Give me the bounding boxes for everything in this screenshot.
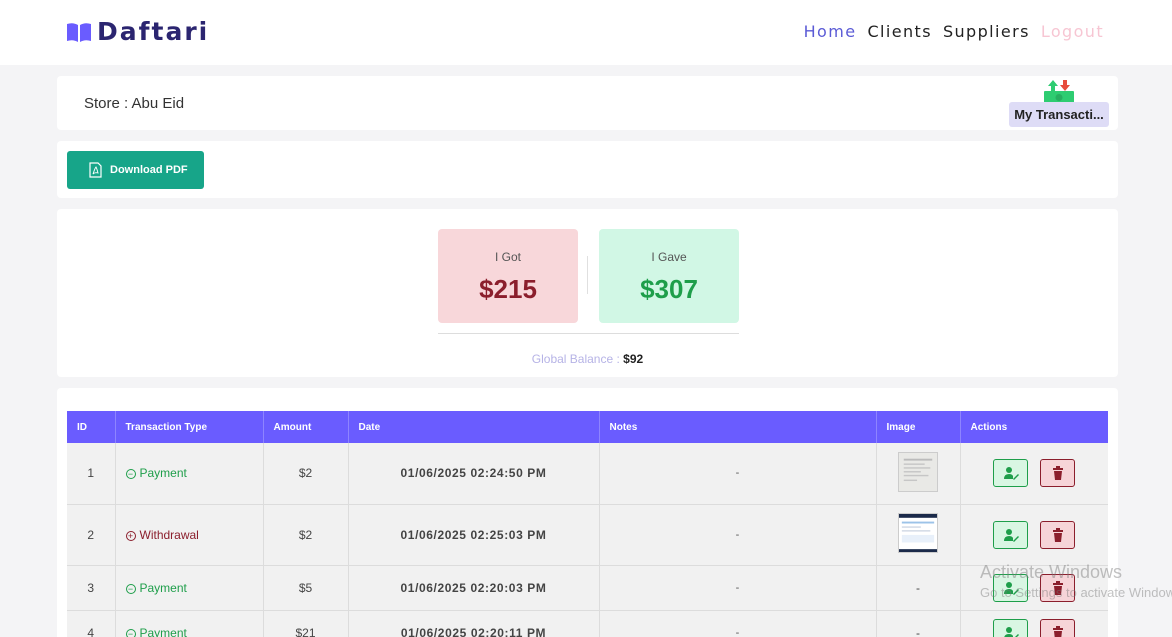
trash-icon	[1052, 466, 1063, 481]
delete-button[interactable]	[1040, 520, 1076, 549]
cell-notes: -	[599, 443, 877, 505]
brand[interactable]: Daftari	[66, 17, 209, 46]
cell-image	[876, 504, 961, 566]
nav-link-home[interactable]: Home	[804, 22, 857, 41]
user-edit-icon	[1003, 581, 1019, 595]
trash-icon	[1052, 527, 1063, 542]
table-row: 3 − Payment $5 01/06/2025 02:20:03 PM - -	[67, 565, 1108, 611]
currency-symbol: $	[640, 274, 655, 304]
screenshot-thumbnail[interactable]	[898, 513, 938, 553]
global-balance-value: $92	[623, 352, 644, 366]
cell-image	[876, 443, 961, 505]
cell-actions	[960, 565, 1108, 611]
store-label: Store : Abu Eid	[84, 95, 185, 112]
my-transactions-button[interactable]: My Transacti...	[1009, 78, 1109, 128]
cell-type: + Withdrawal	[115, 504, 264, 566]
cell-image: -	[876, 610, 961, 637]
brand-name: Daftari	[97, 17, 210, 46]
table-header-row: ID Transaction Type Amount Date Notes Im…	[67, 411, 1108, 443]
table-row: 2 + Withdrawal $2 01/06/2025 02:25:03 PM …	[67, 504, 1108, 566]
cell-id: 2	[67, 504, 116, 566]
col-actions: Actions	[970, 421, 1008, 433]
trash-icon	[1052, 580, 1063, 595]
cell-date: 01/06/2025 02:20:11 PM	[348, 610, 600, 637]
cell-amount: $5	[263, 565, 349, 611]
edit-button[interactable]	[993, 520, 1029, 549]
cell-actions	[960, 610, 1108, 637]
cell-actions	[960, 504, 1108, 566]
col-amount: Amount	[263, 411, 349, 443]
delete-button[interactable]	[1040, 618, 1076, 637]
user-edit-icon	[1003, 467, 1019, 481]
i-gave-label: I Gave	[651, 250, 687, 264]
table-row: 4 − Payment $21 01/06/2025 02:20:11 PM - …	[67, 610, 1108, 637]
edit-button[interactable]	[993, 459, 1029, 488]
cell-date: 01/06/2025 02:25:03 PM	[348, 504, 600, 566]
edit-button[interactable]	[993, 573, 1029, 602]
nav-link-suppliers[interactable]: Suppliers	[943, 22, 1030, 41]
i-gave-box: I Gave $307	[599, 229, 739, 323]
download-pdf-button[interactable]: Download PDF	[67, 151, 204, 189]
i-got-label: I Got	[494, 250, 521, 264]
minus-circle-icon: −	[125, 628, 136, 637]
nav-link-logout[interactable]: Logout	[1041, 22, 1104, 41]
col-type: Transaction Type	[115, 411, 264, 443]
summary-separator	[438, 333, 739, 334]
nav-link-clients[interactable]: Clients	[867, 22, 931, 41]
cell-type: − Payment	[115, 565, 264, 611]
nav-links: Home Clients Suppliers Logout	[804, 22, 1104, 41]
store-card: Store : Abu Eid My Transacti...	[57, 76, 1118, 130]
receipt-thumbnail[interactable]	[898, 451, 938, 492]
cell-notes: -	[599, 504, 877, 566]
cell-date: 01/06/2025 02:20:03 PM	[348, 565, 600, 611]
global-balance: Global Balance : $92	[57, 352, 1118, 366]
i-got-amount: $215	[479, 274, 537, 304]
minus-circle-icon: −	[125, 583, 136, 594]
cell-id: 1	[67, 443, 116, 505]
cell-type: − Payment	[115, 443, 264, 505]
book-icon	[67, 22, 91, 42]
user-edit-icon	[1003, 528, 1019, 542]
summary-card: I Got $215 I Gave $307 Global Balance : …	[57, 209, 1118, 377]
my-transactions-label: My Transacti...	[1009, 102, 1109, 127]
delete-button[interactable]	[1040, 459, 1076, 488]
money-exchange-icon	[1044, 80, 1074, 104]
edit-button[interactable]	[993, 618, 1029, 637]
pdf-file-icon	[89, 162, 102, 178]
currency-symbol: $	[479, 274, 494, 304]
cell-type: − Payment	[115, 610, 264, 637]
cell-notes: -	[599, 610, 877, 637]
cell-id: 3	[67, 565, 116, 611]
table-row: 1 − Payment $2 01/06/2025 02:24:50 PM -	[67, 443, 1108, 505]
user-edit-icon	[1003, 626, 1019, 637]
transactions-table: ID Transaction Type Amount Date Notes Im…	[67, 411, 1108, 637]
delete-button[interactable]	[1040, 573, 1076, 602]
col-date: Date	[348, 411, 600, 443]
plus-circle-icon: +	[125, 530, 136, 541]
i-gave-amount: $307	[640, 274, 698, 304]
col-id: ID	[67, 411, 116, 443]
global-balance-label: Global Balance :	[531, 352, 620, 366]
col-notes: Notes	[599, 411, 877, 443]
cell-notes: -	[599, 565, 877, 611]
i-got-box: I Got $215	[438, 229, 578, 323]
col-image: Image	[876, 411, 961, 443]
cell-amount: $2	[263, 504, 349, 566]
toolbar-card: Download PDF	[57, 141, 1118, 198]
summary-divider	[587, 256, 588, 294]
trash-icon	[1052, 625, 1063, 637]
cell-actions	[960, 443, 1108, 505]
cell-id: 4	[67, 610, 116, 637]
transactions-card: ID Transaction Type Amount Date Notes Im…	[57, 388, 1118, 637]
download-pdf-label: Download PDF	[110, 164, 188, 176]
cell-amount: $2	[263, 443, 349, 505]
navbar: Daftari Home Clients Suppliers Logout	[0, 0, 1172, 65]
cell-image: -	[876, 565, 961, 611]
cell-amount: $21	[263, 610, 349, 637]
minus-circle-icon: −	[125, 469, 136, 480]
cell-date: 01/06/2025 02:24:50 PM	[348, 443, 600, 505]
